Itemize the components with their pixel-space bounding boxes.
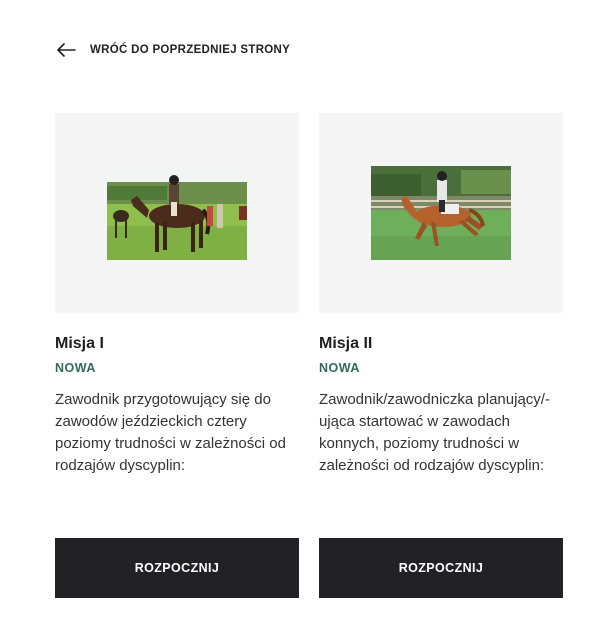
back-link-label: WRÓĆ DO POPRZEDNIEJ STRONY [90, 44, 291, 56]
new-badge: NOWA [55, 361, 96, 375]
card-media [55, 113, 299, 313]
mission-card: Misja I NOWA Zawodnik przygotowujący się… [55, 113, 299, 477]
card-media [319, 113, 563, 313]
back-link[interactable]: WRÓĆ DO POPRZEDNIEJ STRONY [56, 40, 290, 60]
start-button-mission-2[interactable]: ROZPOCZNIJ [319, 538, 563, 598]
horse-photo [371, 166, 511, 260]
arrow-left-icon [56, 40, 78, 60]
mission-card: Misja II NOWA Zawodnik/zawodniczka planu… [319, 113, 563, 477]
card-description: Zawodnik/zawodniczka planujący/-ująca st… [319, 391, 550, 474]
card-description: Zawodnik przygotowujący się do zawodów j… [55, 391, 286, 474]
start-button-mission-1[interactable]: ROZPOCZNIJ [55, 538, 299, 598]
card-title: Misja I [55, 335, 104, 352]
card-title: Misja II [319, 335, 373, 352]
new-badge: NOWA [319, 361, 360, 375]
horse-photo [107, 166, 247, 260]
